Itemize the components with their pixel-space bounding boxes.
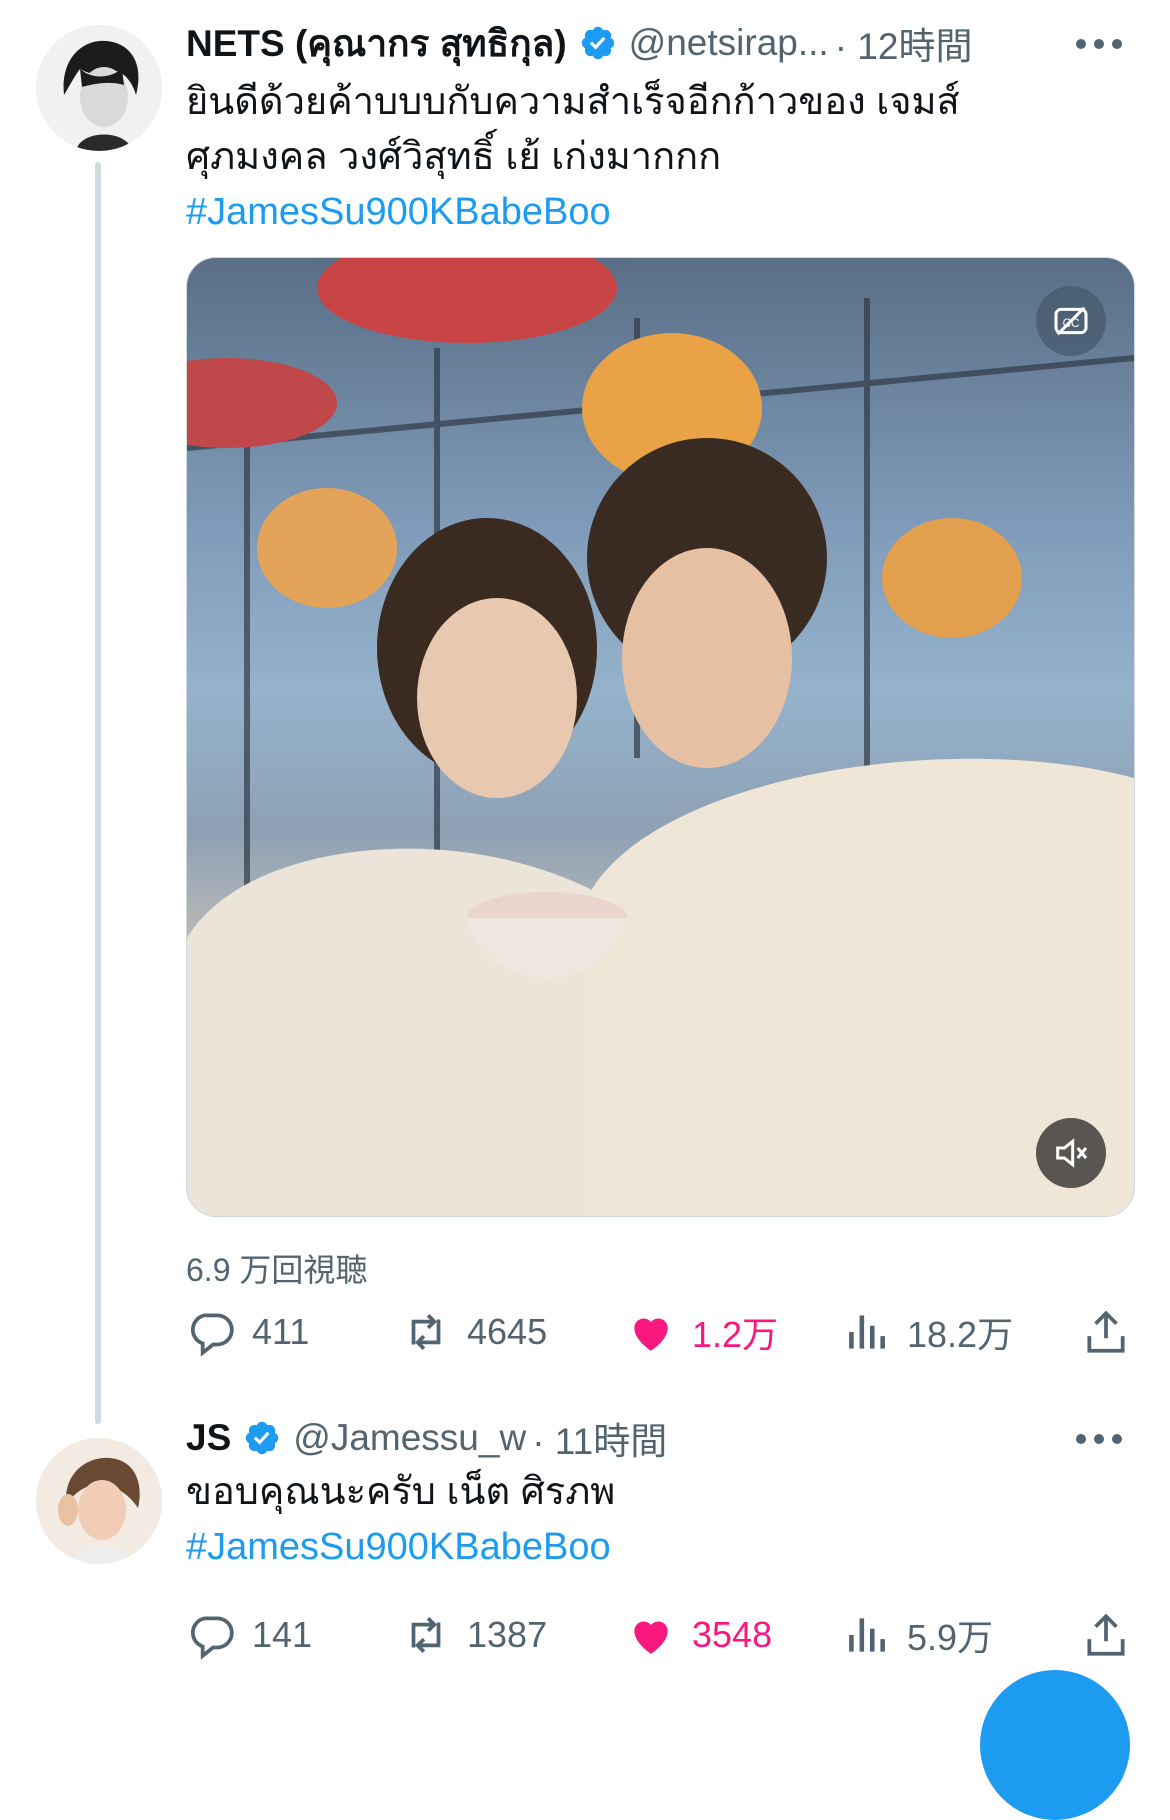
reply-button[interactable]: 411 <box>186 1302 309 1362</box>
author-handle[interactable]: @Jamessu_w <box>293 1417 526 1459</box>
avatar[interactable] <box>36 25 162 151</box>
analytics-icon <box>849 1618 885 1652</box>
retweet-icon <box>411 1314 441 1350</box>
reply-icon <box>190 1616 234 1660</box>
share-button[interactable] <box>1081 1302 1147 1362</box>
captions-off-icon[interactable]: CC <box>1036 286 1106 356</box>
verified-badge-icon <box>581 26 614 60</box>
tweet-text-line: ขอบคุณนะครับ เน็ต ศิรภพ <box>186 1471 616 1513</box>
tweet-text-line: ศุภมงคล วงศ์วิสุทธิ์ เย้ เก่งมากกก <box>186 136 722 178</box>
analytics-count: 5.9万 <box>907 1617 994 1658</box>
analytics-button[interactable]: 18.2万 <box>841 1302 1013 1362</box>
tweet-1[interactable]: NETS (คุณากร สุทธิกุล) @netsirap... · 12… <box>0 0 1170 1420</box>
analytics-count: 18.2万 <box>907 1314 1014 1355</box>
tweet-2[interactable]: JS @Jamessu_w · 11時間 ขอบคุณนะครับ เน็ต ศ… <box>0 1417 1170 1705</box>
timestamp[interactable]: · 11時間 <box>532 1411 667 1465</box>
verified-badge-icon <box>246 1421 279 1455</box>
like-button[interactable]: 3548 <box>626 1605 772 1665</box>
more-icon[interactable] <box>1076 1433 1122 1445</box>
view-count: 6.9 万回視聴 <box>186 1252 368 1288</box>
like-count: 3548 <box>692 1614 773 1655</box>
retweet-count: 4645 <box>467 1311 548 1352</box>
retweet-button[interactable]: 1387 <box>401 1605 547 1665</box>
reply-count: 141 <box>252 1614 313 1655</box>
reply-count: 411 <box>252 1311 310 1352</box>
author-name[interactable]: JS <box>186 1417 231 1459</box>
hashtag-link[interactable]: #JamesSu900KBabeBoo <box>186 1520 615 1575</box>
like-button[interactable]: 1.2万 <box>626 1302 778 1362</box>
heart-icon <box>634 1621 668 1654</box>
share-button[interactable] <box>1081 1605 1147 1665</box>
tweet-header: JS @Jamessu_w · 11時間 <box>186 1413 667 1463</box>
share-icon <box>1087 1310 1125 1353</box>
mute-icon[interactable] <box>1036 1118 1106 1188</box>
author-handle[interactable]: @netsirap... <box>629 22 829 64</box>
action-bar: 141 1387 3548 5.9万 <box>186 1605 1126 1665</box>
tweet-text-line: ยินดีด้วยค้าบบบกับความสำเร็จอีกก้าวของ เ… <box>186 81 960 123</box>
tweet-text: ยินดีด้วยค้าบบบกับความสำเร็จอีกก้าวของ เ… <box>186 75 960 240</box>
video-player[interactable]: CC <box>186 257 1135 1217</box>
video-frame <box>187 258 1134 1216</box>
tweet-header: NETS (คุณากร สุทธิกุล) @netsirap... · 12… <box>186 18 972 68</box>
action-bar: 411 4645 1.2万 18.2万 <box>186 1302 1126 1362</box>
like-count: 1.2万 <box>692 1314 779 1355</box>
author-name[interactable]: NETS (คุณากร สุทธิกุล) <box>186 14 567 73</box>
reply-icon <box>190 1313 234 1357</box>
retweet-icon <box>411 1617 441 1653</box>
analytics-button[interactable]: 5.9万 <box>841 1605 993 1665</box>
heart-icon <box>634 1318 668 1351</box>
more-icon[interactable] <box>1076 38 1122 50</box>
analytics-icon <box>849 1315 885 1349</box>
timestamp[interactable]: · 12時間 <box>835 16 973 70</box>
reply-button[interactable]: 141 <box>186 1605 312 1665</box>
retweet-count: 1387 <box>467 1614 548 1655</box>
avatar[interactable] <box>36 1438 162 1564</box>
tweet-text: ขอบคุณนะครับ เน็ต ศิรภพ #JamesSu900KBabe… <box>186 1465 615 1575</box>
compose-button[interactable] <box>980 1670 1130 1820</box>
share-icon <box>1087 1613 1125 1656</box>
retweet-button[interactable]: 4645 <box>401 1302 547 1362</box>
hashtag-link[interactable]: #JamesSu900KBabeBoo <box>186 185 960 240</box>
